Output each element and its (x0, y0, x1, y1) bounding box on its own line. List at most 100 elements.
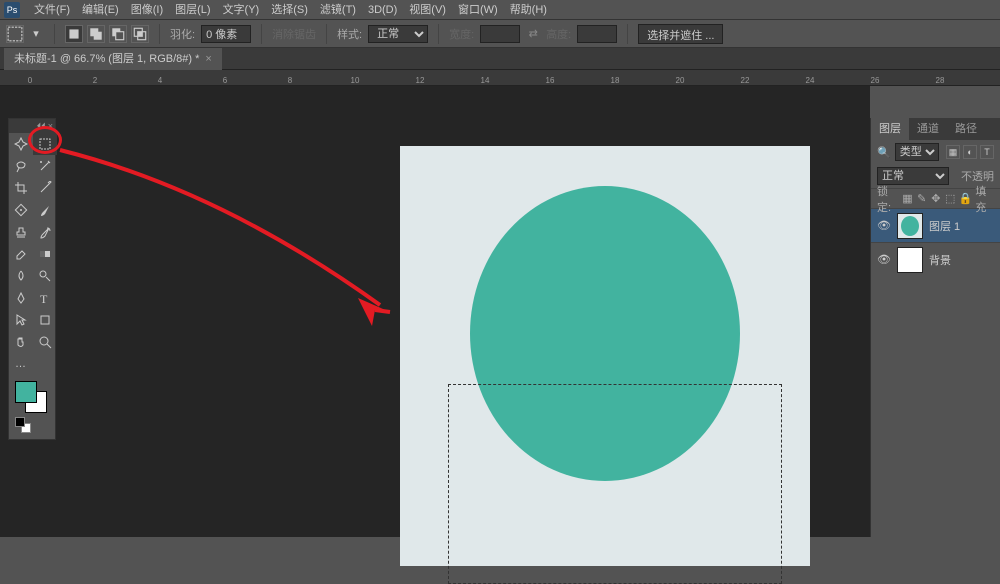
height-input (577, 25, 617, 43)
edit-toolbar[interactable]: … (9, 353, 57, 375)
menu-file[interactable]: 文件(F) (28, 0, 76, 20)
antialias-label: 消除锯齿 (272, 26, 316, 42)
fg-color-swatch[interactable] (15, 381, 37, 403)
menu-image[interactable]: 图像(I) (125, 0, 169, 20)
chevron-down-icon[interactable]: ▾ (28, 26, 44, 42)
separator (627, 24, 628, 44)
layer-thumbnail[interactable] (897, 213, 923, 239)
lock-row: 锁定: ▦ ✎ ✥ ⬚ 🔒 填充 (871, 188, 1000, 208)
style-label: 样式: (337, 26, 362, 42)
brush-tool[interactable] (33, 199, 57, 221)
tab-layers[interactable]: 图层 (871, 118, 909, 140)
hand-tool[interactable] (9, 331, 33, 353)
close-icon[interactable]: × (205, 48, 211, 70)
pen-tool[interactable] (9, 287, 33, 309)
kind-select[interactable]: 类型 (895, 143, 939, 161)
horizontal-ruler: 0 2 4 6 8 10 12 14 16 18 20 22 24 26 28 (0, 70, 1000, 86)
svg-text:T: T (40, 292, 48, 305)
lock-position-icon[interactable]: ✥ (931, 193, 941, 205)
menu-window[interactable]: 窗口(W) (452, 0, 504, 20)
tool-preset[interactable]: ▾ (6, 25, 44, 43)
layer-name[interactable]: 背景 (929, 252, 951, 268)
menu-layer[interactable]: 图层(L) (169, 0, 216, 20)
menu-edit[interactable]: 编辑(E) (76, 0, 125, 20)
app-logo: Ps (4, 2, 20, 18)
blur-tool[interactable] (9, 265, 33, 287)
lock-artboard-icon[interactable]: ⬚ (945, 193, 955, 205)
ruler-tick: 14 (481, 76, 490, 85)
layer-list: 👁 图层 1 👁 背景 (871, 208, 1000, 276)
filter-adjust-icon[interactable]: ◐ (963, 145, 977, 159)
lasso-tool[interactable] (9, 155, 33, 177)
tab-channels[interactable]: 通道 (909, 118, 947, 140)
layer-row[interactable]: 👁 背景 (871, 242, 1000, 276)
visibility-icon[interactable]: 👁 (877, 219, 891, 233)
shape-tool[interactable] (33, 309, 57, 331)
menu-filter[interactable]: 滤镜(T) (314, 0, 362, 20)
menu-view[interactable]: 视图(V) (403, 0, 452, 20)
feather-input[interactable] (201, 25, 251, 43)
magic-wand-tool[interactable] (33, 155, 57, 177)
path-select-tool[interactable] (9, 309, 33, 331)
color-swatches (9, 375, 55, 439)
marquee-preset-icon (6, 25, 24, 43)
ruler-tick: 16 (546, 76, 555, 85)
sel-intersect-icon[interactable] (131, 25, 149, 43)
lock-pixels-icon[interactable]: ▦ (902, 193, 912, 205)
panel-tabs: 图层 通道 路径 (871, 118, 1000, 140)
eraser-tool[interactable] (9, 243, 33, 265)
main-menubar: Ps 文件(F) 编辑(E) 图像(I) 图层(L) 文字(Y) 选择(S) 滤… (0, 0, 1000, 20)
fg-bg-swatch[interactable] (15, 381, 47, 413)
visibility-icon[interactable]: 👁 (877, 253, 891, 267)
separator (159, 24, 160, 44)
zoom-tool[interactable] (33, 331, 57, 353)
document-tab-bar: 未标题-1 @ 66.7% (图层 1, RGB/8#) * × (0, 48, 1000, 70)
menu-type[interactable]: 文字(Y) (217, 0, 266, 20)
spot-heal-tool[interactable] (9, 199, 33, 221)
document-title: 未标题-1 @ 66.7% (图层 1, RGB/8#) * (14, 48, 199, 70)
stamp-tool[interactable] (9, 221, 33, 243)
menu-select[interactable]: 选择(S) (265, 0, 314, 20)
separator (261, 24, 262, 44)
sel-add-icon[interactable] (87, 25, 105, 43)
ruler-tick: 22 (741, 76, 750, 85)
filter-type-icon[interactable]: T (980, 145, 994, 159)
default-colors[interactable] (15, 417, 35, 433)
filter-image-icon[interactable]: ▦ (946, 145, 960, 159)
toolbox: ⏴⏴ × T … (8, 118, 56, 440)
layer-thumbnail[interactable] (897, 247, 923, 273)
crop-tool[interactable] (9, 177, 33, 199)
dodge-tool[interactable] (33, 265, 57, 287)
layer-name[interactable]: 图层 1 (929, 218, 960, 234)
history-brush-tool[interactable] (33, 221, 57, 243)
ruler-tick: 10 (351, 76, 360, 85)
menu-3d[interactable]: 3D(D) (362, 0, 403, 20)
separator (326, 24, 327, 44)
ruler-tick: 12 (416, 76, 425, 85)
separator (54, 24, 55, 44)
lock-paint-icon[interactable]: ✎ (917, 193, 927, 205)
canvas[interactable] (400, 146, 810, 566)
lock-label: 锁定: (877, 183, 898, 215)
eyedropper-tool[interactable] (33, 177, 57, 199)
lock-all-icon[interactable]: 🔒 (959, 193, 971, 205)
ruler-tick: 18 (611, 76, 620, 85)
tab-paths[interactable]: 路径 (947, 118, 985, 140)
ruler-tick: 4 (158, 76, 162, 85)
width-label: 宽度: (449, 26, 474, 42)
gradient-tool[interactable] (33, 243, 57, 265)
style-select[interactable]: 正常 (368, 25, 428, 43)
sel-new-icon[interactable] (65, 25, 83, 43)
ruler-tick: 20 (676, 76, 685, 85)
ruler-tick: 6 (223, 76, 227, 85)
feather-label: 羽化: (170, 26, 195, 42)
type-tool[interactable]: T (33, 287, 57, 309)
ruler-tick: 2 (93, 76, 97, 85)
menu-help[interactable]: 帮助(H) (504, 0, 553, 20)
ruler-tick: 28 (936, 76, 945, 85)
select-and-mask-button[interactable]: 选择并遮住 ... (638, 24, 723, 44)
document-tab[interactable]: 未标题-1 @ 66.7% (图层 1, RGB/8#) * × (4, 48, 222, 70)
sel-subtract-icon[interactable] (109, 25, 127, 43)
workspace (0, 86, 870, 537)
separator (438, 24, 439, 44)
